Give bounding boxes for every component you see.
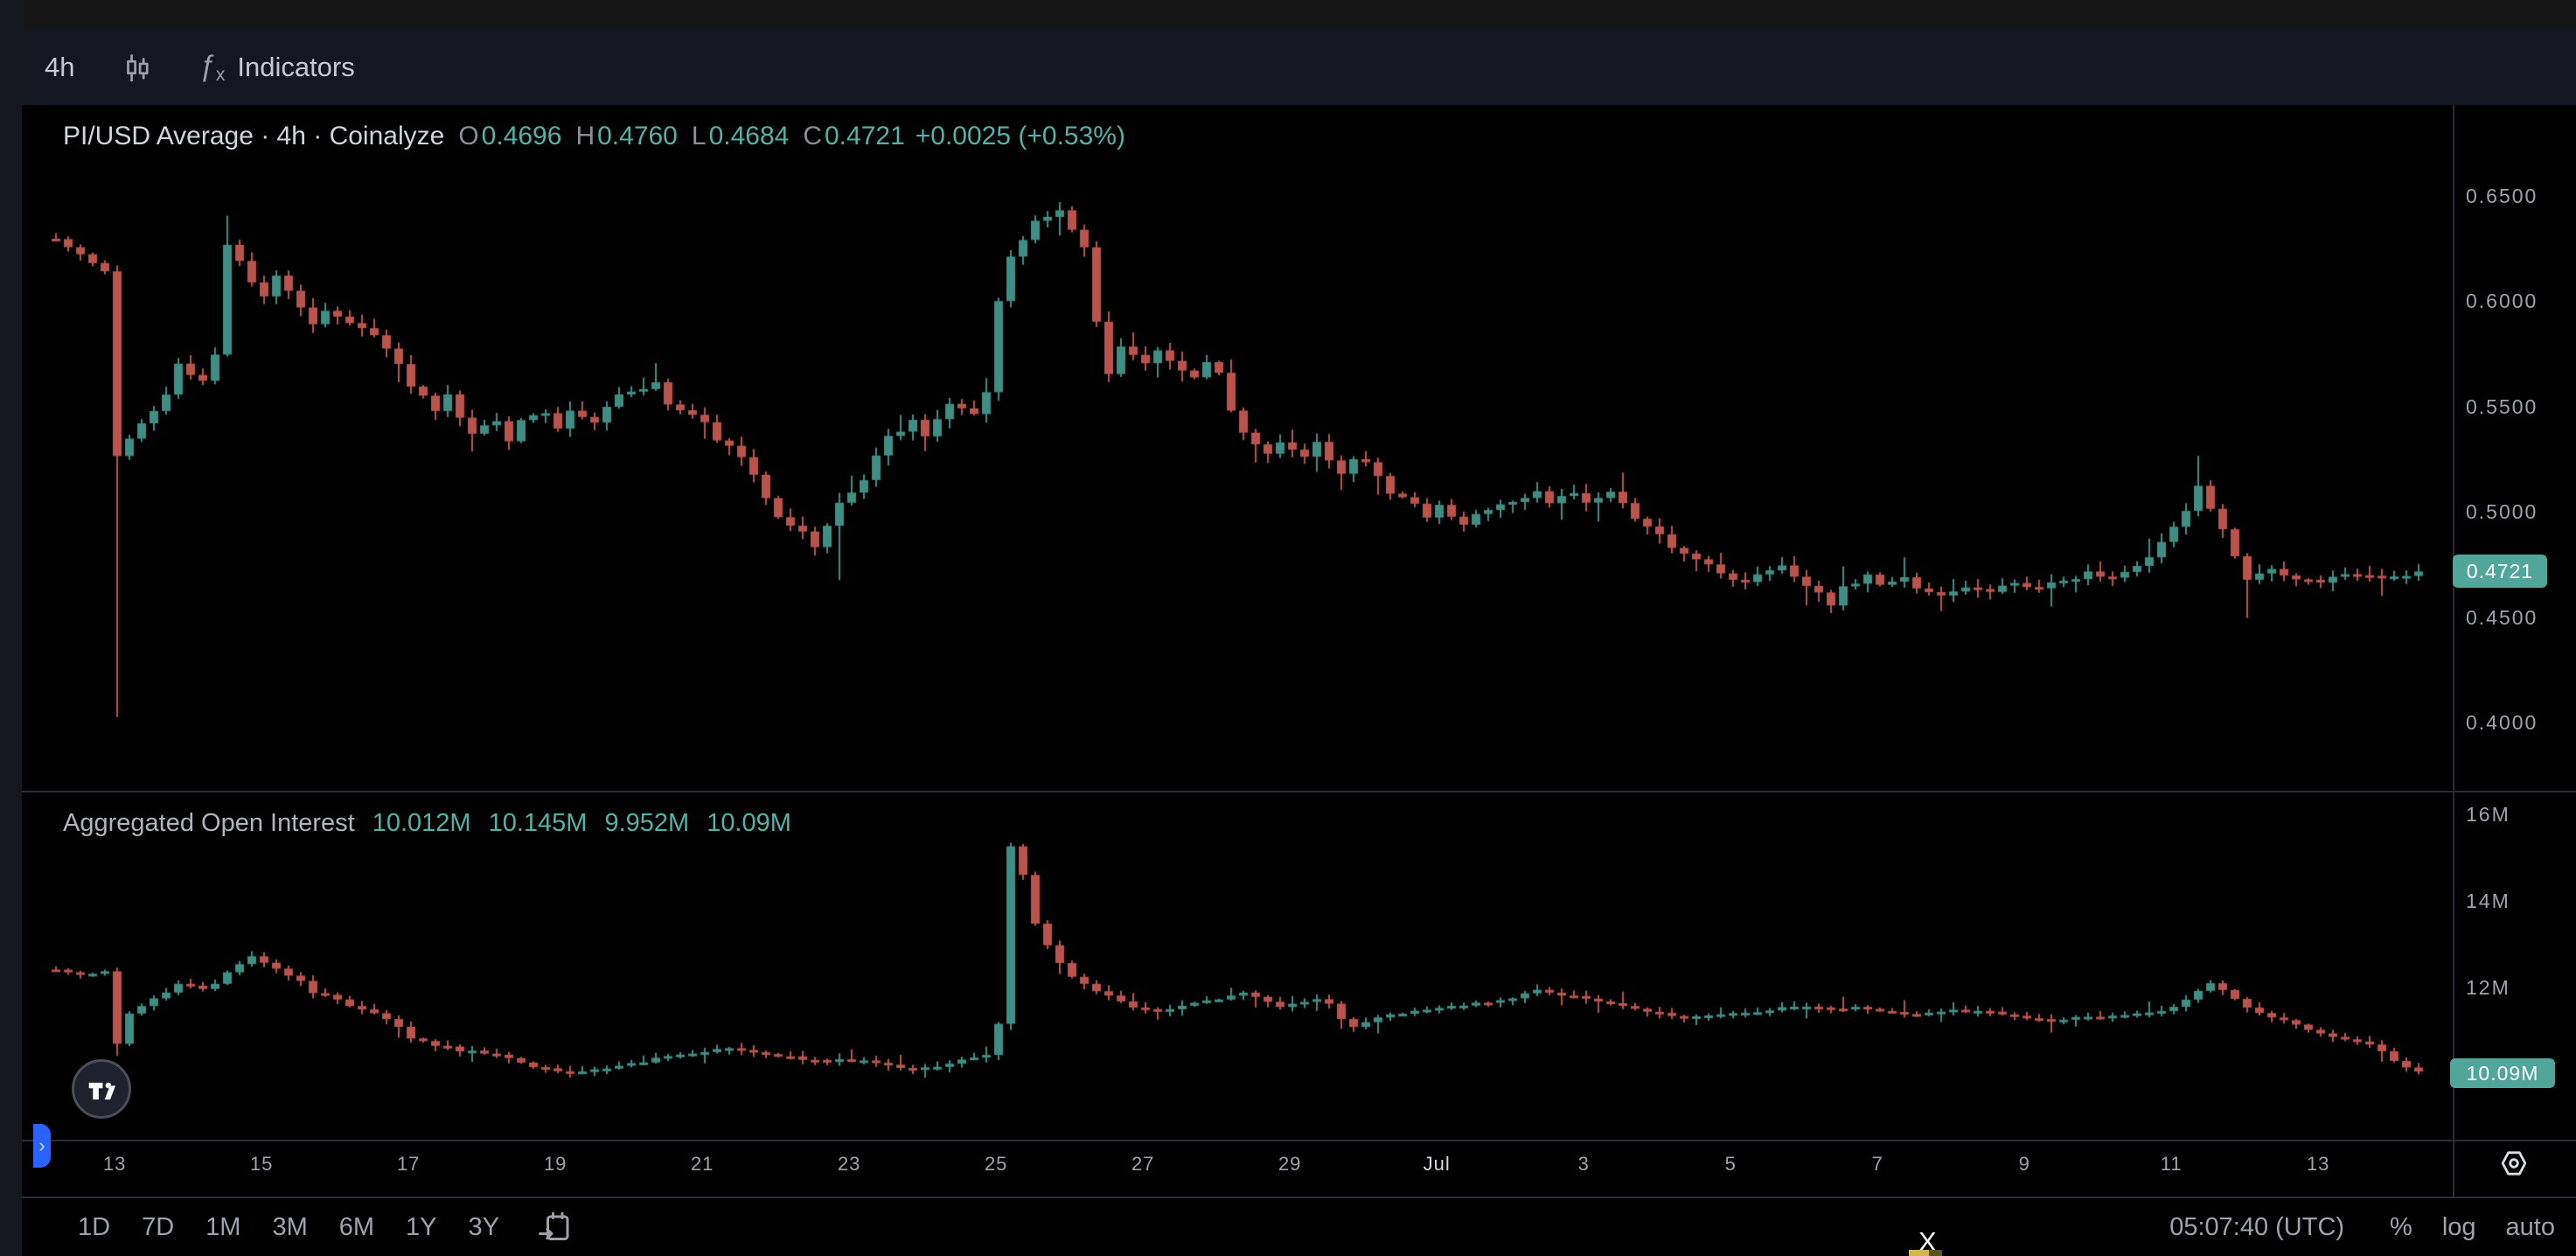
date-range-group: 1D 7D 1M 3M 6M 1Y 3Y [78,1213,531,1242]
time-axis-tick: 5 [1725,1153,1737,1176]
pane-separator[interactable] [22,791,2576,792]
symbol-legend[interactable]: PI/USD Average · 4h · Coinalyze O 0.4696… [63,121,1125,152]
range-button-6m[interactable]: 6M [339,1213,374,1242]
price-axis-label: 0.6500 [2466,185,2538,208]
close-value: 0.4721 [825,122,905,151]
high-label: H [575,122,595,151]
candlestick-canvas[interactable] [0,0,2576,1256]
range-button-7d[interactable]: 7D [142,1213,174,1242]
partial-drawing-yellow [1909,1250,1929,1256]
time-axis-tick: 7 [1872,1153,1883,1176]
chevron-right-icon: › [38,1134,45,1157]
time-axis-tick: 13 [103,1153,126,1176]
time-axis-tick: 19 [544,1153,567,1176]
partial-drawing-olive [1929,1250,1942,1256]
high-value: 0.4760 [597,122,678,151]
candle-style-icon[interactable] [97,29,176,105]
top-toolbar: 4h ƒx Indicators [22,29,2576,105]
percent-scale-button[interactable]: % [2390,1213,2412,1242]
chart-application: 4h ƒx Indicators Save Save [0,0,2576,1256]
indicators-label: Indicators [237,52,354,83]
oi-close-value: 10.09M [707,809,791,838]
range-button-1y[interactable]: 1Y [406,1213,436,1242]
fx-icon: ƒx [198,49,225,86]
bottom-toolbar: 1D 7D 1M 3M 6M 1Y 3Y 05:07:40 (UTC) % log auto [22,1198,2576,1256]
log-scale-button[interactable]: log [2442,1213,2476,1242]
range-button-1m[interactable]: 1M [205,1213,240,1242]
time-axis-tick: 3 [1578,1153,1590,1176]
oi-high-value: 10.145M [489,809,588,838]
open-value: 0.4696 [482,122,562,151]
low-label: L [692,122,707,151]
oi-axis-label: 12M [2466,976,2510,1000]
last-oi-badge: 10.09M [2450,1058,2555,1088]
price-axis-label: 0.5000 [2466,500,2538,524]
expand-pane-handle[interactable]: › [33,1124,51,1168]
time-axis-tick: 17 [397,1153,420,1176]
tv-logo-glyph [84,1071,119,1106]
oi-open-value: 10.012M [372,809,471,838]
range-button-3y[interactable]: 3Y [469,1213,499,1242]
price-axis-label: 0.4500 [2466,606,2538,630]
go-to-date-icon[interactable] [536,1209,573,1246]
open-label: O [458,122,478,151]
auto-scale-button[interactable]: auto [2506,1213,2555,1242]
range-button-3m[interactable]: 3M [272,1213,307,1242]
time-axis-top-border [22,1140,2576,1141]
change-value: +0.0025 (+0.53%) [916,122,1125,151]
oi-low-value: 9.952M [604,809,689,838]
time-axis-tick: 11 [2161,1153,2183,1176]
oi-axis-label: 14M [2466,890,2510,913]
time-axis-tick: 21 [691,1153,714,1176]
price-axis-border [2453,105,2454,1198]
pane-settings-hexagon-icon[interactable] [2496,1146,2531,1181]
clock-utc[interactable]: 05:07:40 (UTC) [2169,1213,2344,1242]
time-axis-tick: Jul [1424,1153,1451,1176]
time-axis-tick: 29 [1278,1153,1301,1176]
low-value: 0.4684 [709,122,790,151]
interval-button[interactable]: 4h [22,29,97,105]
bottom-toolbar-right: 05:07:40 (UTC) % log auto [2169,1213,2555,1242]
tradingview-logo[interactable] [72,1059,131,1119]
time-axis-tick: 23 [838,1153,860,1176]
time-axis-tick: 25 [985,1153,1007,1176]
range-button-1d[interactable]: 1D [78,1213,110,1242]
price-axis-label: 0.4000 [2466,711,2538,735]
indicators-button[interactable]: ƒx Indicators [176,29,377,105]
time-axis-tick: 15 [250,1153,273,1176]
oi-axis-label: 16M [2466,803,2510,827]
close-label: C [803,122,822,151]
symbol-title[interactable]: PI/USD Average · 4h · Coinalyze [63,122,444,151]
open-interest-label[interactable]: Aggregated Open Interest [63,809,355,838]
price-axis-label: 0.6000 [2466,290,2538,313]
time-axis-tick: 9 [2019,1153,2030,1176]
last-price-badge: 0.4721 [2453,555,2547,588]
time-axis-tick: 13 [2307,1153,2329,1176]
price-axis-label: 0.5500 [2466,395,2538,419]
time-axis-tick: 27 [1131,1153,1154,1176]
open-interest-legend[interactable]: Aggregated Open Interest 10.012M 10.145M… [63,807,791,839]
